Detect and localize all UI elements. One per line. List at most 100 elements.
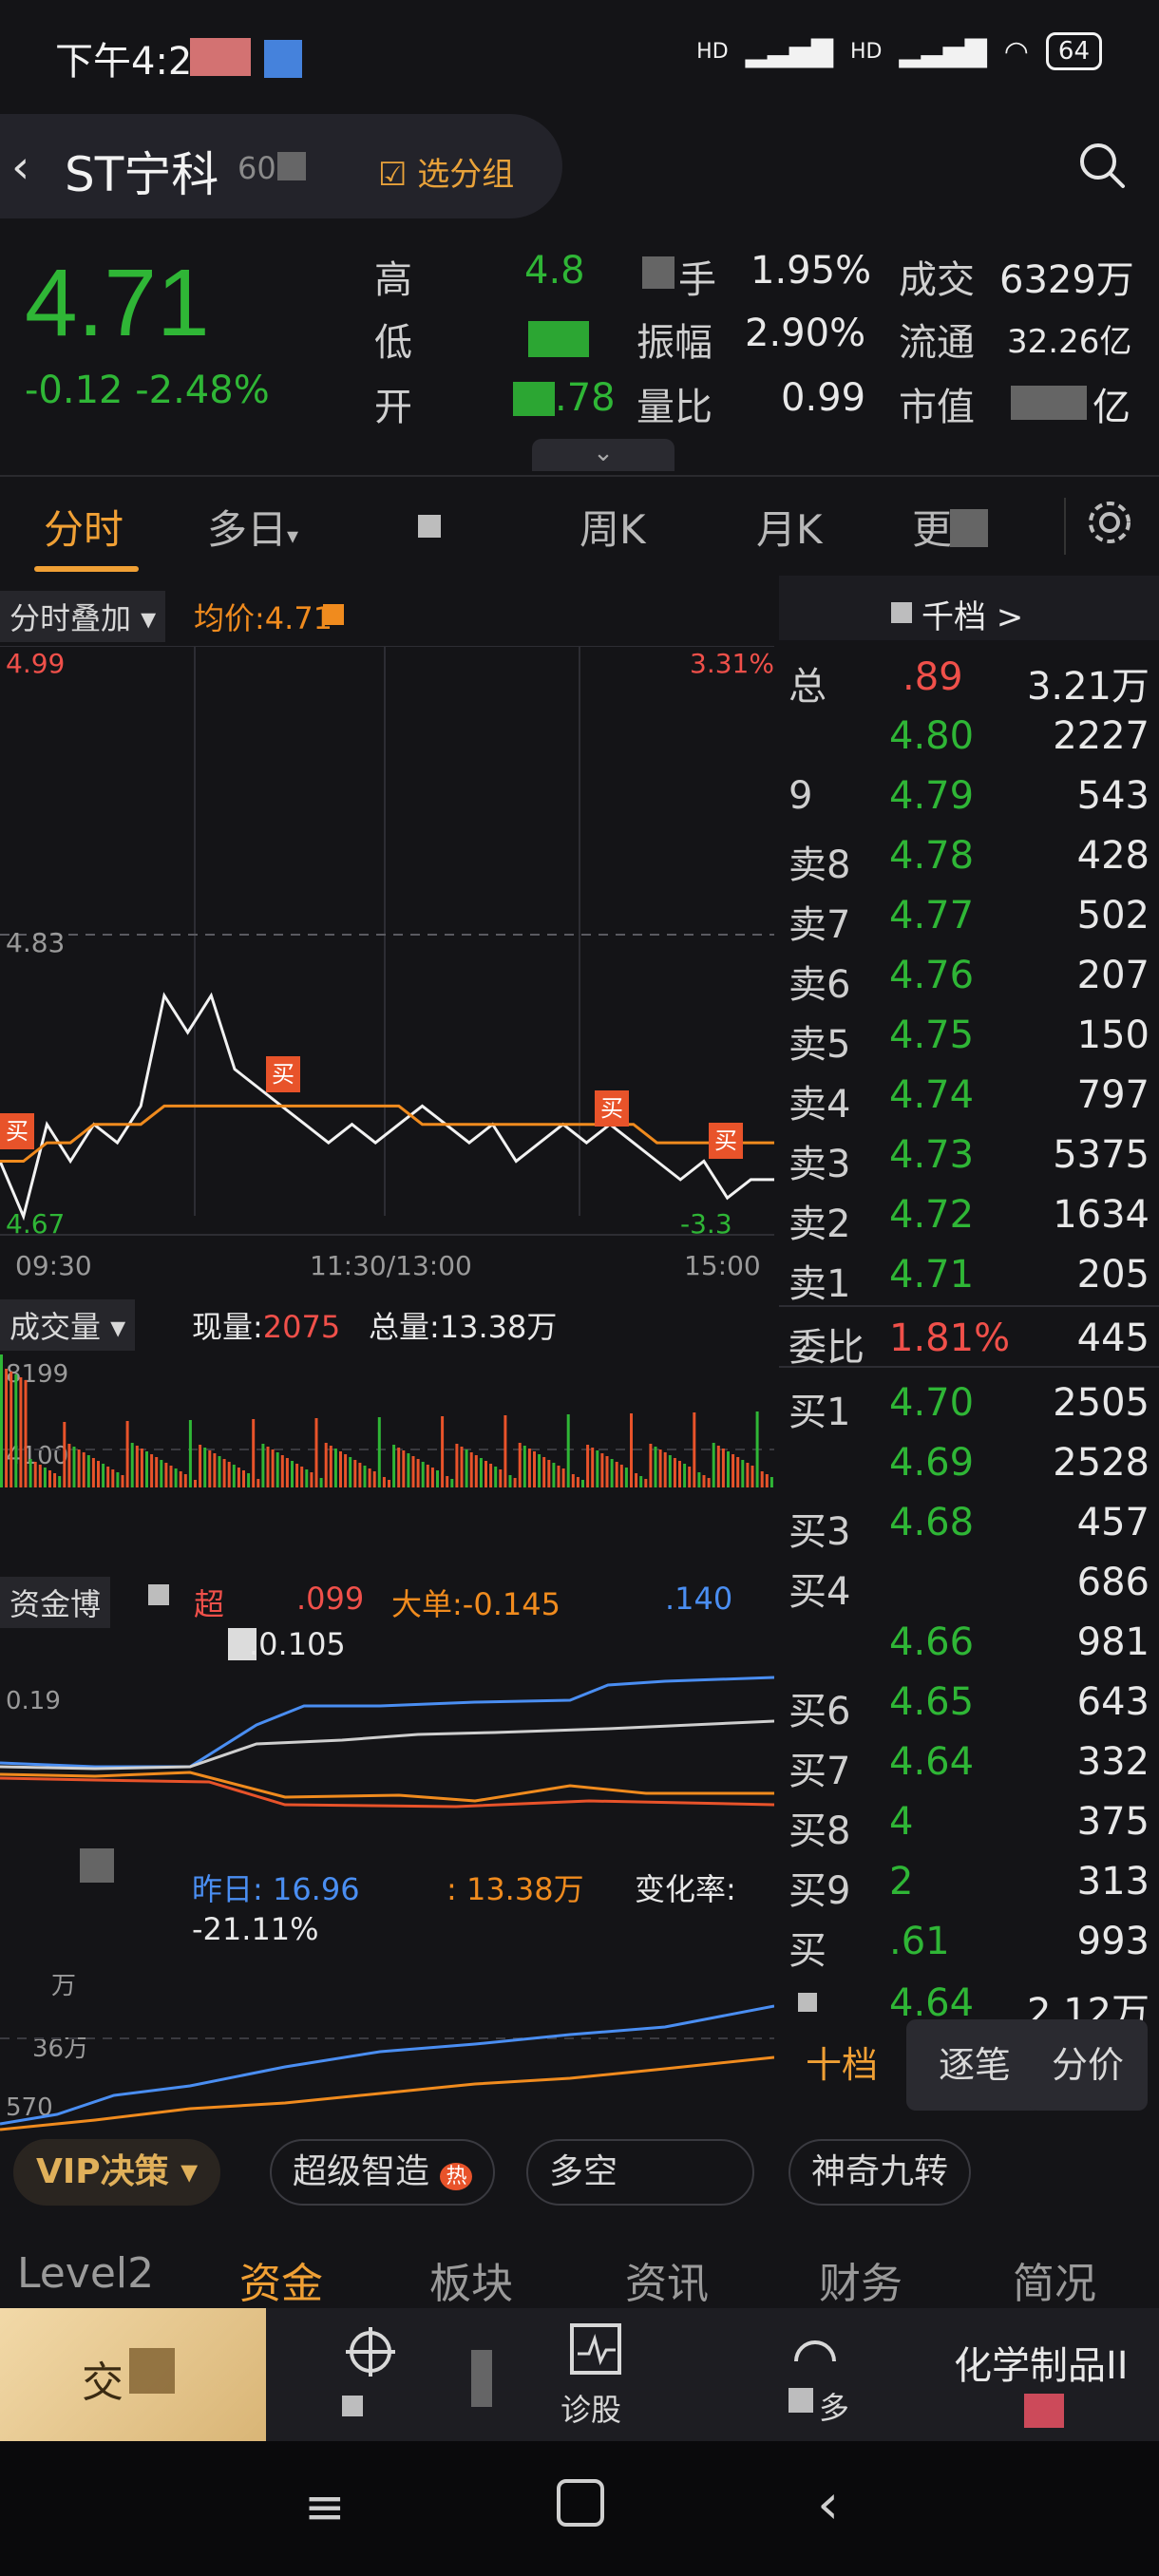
buy-marker[interactable]: 买 bbox=[709, 1123, 743, 1159]
bid-row[interactable]: 买1 4.70 2505 bbox=[779, 1372, 1150, 1434]
ask-row[interactable]: 卖7 4.77 502 bbox=[779, 884, 1150, 947]
avg-price-marker bbox=[323, 604, 344, 625]
ask-row[interactable]: 卖3 4.73 5375 bbox=[779, 1124, 1150, 1186]
bid-price: 4.64 bbox=[889, 1740, 975, 1784]
volume-bar bbox=[155, 1457, 159, 1487]
tick-by-tick-button[interactable]: 逐笔 bbox=[906, 2019, 1043, 2111]
select-group-button[interactable]: ☑ 选分组 bbox=[378, 148, 514, 195]
volume-bar bbox=[38, 1465, 42, 1487]
volume-bar bbox=[518, 1443, 522, 1487]
buy-marker[interactable]: 买 bbox=[595, 1090, 629, 1127]
super-order-label: 超 bbox=[194, 1586, 225, 1622]
diagnose-icon[interactable] bbox=[568, 2321, 623, 2377]
yesterday-volume: 昨日: 16.96 bbox=[192, 1871, 360, 1907]
volume-bar bbox=[53, 1473, 57, 1487]
back-nav-icon[interactable]: ‹ bbox=[817, 2472, 839, 2536]
tab-level2[interactable]: Level2 bbox=[17, 2249, 154, 2298]
bid-row[interactable]: 买9 2 313 bbox=[779, 1850, 1150, 1913]
signal-icon-2: HD bbox=[849, 39, 883, 64]
volume-bar bbox=[411, 1456, 415, 1487]
bid-row[interactable]: 买 .61 993 bbox=[779, 1910, 1150, 1973]
volume-bar bbox=[116, 1472, 120, 1487]
ask-row[interactable]: 卖1 4.71 205 bbox=[779, 1243, 1150, 1306]
current-volume-label: 现量:2075 bbox=[192, 1309, 341, 1345]
volume-bar bbox=[770, 1477, 773, 1487]
volume-bar bbox=[765, 1474, 769, 1487]
vip-decision-chip[interactable]: VIP决策 ▾ bbox=[13, 2139, 221, 2206]
super-smart-chip[interactable]: 超级智造 热 bbox=[270, 2139, 496, 2206]
ask-volume: 5375 bbox=[1053, 1133, 1150, 1177]
fund-selector[interactable]: 资金博 bbox=[0, 1577, 111, 1628]
volume-compare-chart bbox=[0, 2004, 774, 2131]
volume-bar bbox=[5, 1369, 9, 1487]
volume-bar bbox=[663, 1452, 667, 1487]
bid-row[interactable]: 买3 4.68 457 bbox=[779, 1491, 1150, 1554]
ask-row[interactable]: 卖5 4.75 150 bbox=[779, 1004, 1150, 1067]
buy-marker[interactable]: 买 bbox=[266, 1056, 300, 1092]
volume-bar bbox=[349, 1457, 352, 1487]
overlay-selector[interactable]: 分时叠加 ▾ bbox=[0, 591, 166, 642]
ask-row[interactable]: 卖2 4.72 1634 bbox=[779, 1184, 1150, 1246]
volume-bar bbox=[455, 1444, 459, 1487]
level-1000-button[interactable]: 千档 > bbox=[922, 591, 1023, 637]
menu-icon[interactable]: ≡ bbox=[304, 2479, 346, 2536]
bid-row[interactable]: 买8 4 375 bbox=[779, 1790, 1150, 1853]
tab-monthly[interactable]: 月K bbox=[756, 498, 823, 556]
settings-icon[interactable] bbox=[1083, 496, 1136, 549]
bid-row[interactable]: 买4 686 bbox=[779, 1551, 1150, 1614]
headset-icon[interactable] bbox=[788, 2325, 842, 2378]
ask-price: 4.80 bbox=[889, 714, 975, 758]
ask-row[interactable]: 卖6 4.76 207 bbox=[779, 944, 1150, 1007]
tab-daily-redacted[interactable] bbox=[418, 515, 441, 538]
long-short-chip[interactable]: 多空 bbox=[526, 2139, 754, 2206]
volume-bar bbox=[639, 1476, 643, 1487]
ask-row[interactable]: 4.80 2227 bbox=[779, 705, 1150, 765]
volume-ratio-value: 0.99 bbox=[781, 376, 866, 420]
volume-bar bbox=[43, 1468, 47, 1487]
volume-bar bbox=[164, 1463, 168, 1487]
volume-bar bbox=[208, 1450, 212, 1487]
tab-overview[interactable]: 简况 bbox=[1013, 2249, 1096, 2310]
search-icon[interactable] bbox=[1077, 141, 1127, 190]
volume-bar bbox=[600, 1453, 604, 1487]
intraday-chart[interactable] bbox=[0, 646, 774, 1339]
volume-bar bbox=[247, 1473, 251, 1487]
bid-row[interactable]: 4.66 981 bbox=[779, 1611, 1150, 1671]
target-icon[interactable] bbox=[344, 2325, 397, 2378]
ask-row[interactable]: 卖8 4.78 428 bbox=[779, 824, 1150, 887]
volume-bar bbox=[10, 1372, 13, 1487]
function-chips: VIP决策 ▾ 超级智造 热 多空 神奇九转 bbox=[0, 2131, 1159, 2213]
volume-ratio-label: 量比 bbox=[636, 386, 712, 429]
tab-finance[interactable]: 财务 bbox=[819, 2249, 902, 2310]
bid-row[interactable]: 买7 4.64 332 bbox=[779, 1731, 1150, 1793]
bid-label: 买8 bbox=[788, 1809, 851, 1853]
order-ratio-row: 委比 1.81% 445 bbox=[788, 1316, 1150, 1370]
bid-row[interactable]: 4.69 2528 bbox=[779, 1431, 1150, 1491]
tab-intraday[interactable]: 分时 bbox=[44, 498, 124, 556]
home-icon[interactable] bbox=[557, 2479, 604, 2527]
tab-news[interactable]: 资讯 bbox=[625, 2249, 709, 2310]
tab-sector[interactable]: 板块 bbox=[429, 2249, 513, 2310]
trade-button[interactable]: 交 bbox=[0, 2308, 266, 2441]
price-distribution-button[interactable]: 分价 bbox=[1028, 2019, 1148, 2111]
tab-weekly[interactable]: 周K bbox=[580, 498, 646, 556]
back-icon[interactable]: ‹ bbox=[11, 141, 29, 194]
ask-row[interactable]: 卖4 4.74 797 bbox=[779, 1064, 1150, 1127]
expand-quote-button[interactable]: ⌄ bbox=[532, 439, 674, 471]
magic-nine-chip[interactable]: 神奇九转 bbox=[788, 2139, 972, 2206]
tab-funds[interactable]: 资金 bbox=[239, 2249, 323, 2310]
volume-bar bbox=[557, 1466, 560, 1487]
volume-selector[interactable]: 成交量 ▾ bbox=[0, 1299, 136, 1351]
tab-multi-day[interactable]: 多日▾ bbox=[207, 498, 298, 556]
volume-bar bbox=[266, 1447, 270, 1487]
volume-bar bbox=[339, 1451, 342, 1487]
volume-bar bbox=[654, 1447, 657, 1487]
ten-level-button[interactable]: 十档 bbox=[794, 2019, 889, 2111]
volume-bar bbox=[746, 1463, 750, 1487]
buy-marker[interactable]: 买 bbox=[0, 1113, 34, 1149]
max-price-label: 4.99 bbox=[6, 648, 66, 679]
industry-label[interactable]: 化学制品II bbox=[954, 2335, 1129, 2390]
tab-more[interactable]: 更 bbox=[912, 498, 952, 556]
ask-row[interactable]: 9 4.79 543 bbox=[779, 765, 1150, 824]
bid-row[interactable]: 买6 4.65 643 bbox=[779, 1671, 1150, 1733]
